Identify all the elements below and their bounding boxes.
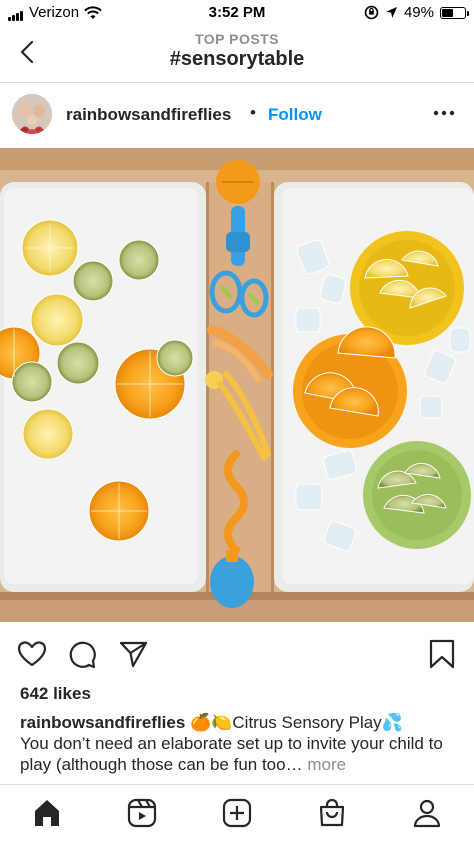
home-icon[interactable] <box>31 797 63 829</box>
orientation-lock-icon <box>364 5 379 20</box>
sensory-table-photo <box>0 148 474 622</box>
post-username[interactable]: rainbowsandfireflies <box>66 105 231 125</box>
post-caption: rainbowsandfireflies 🍊🍋Citrus Sensory Pl… <box>20 712 460 775</box>
battery-percent: 49% <box>403 4 434 21</box>
more-dots-icon[interactable] <box>432 105 456 121</box>
location-icon <box>385 7 397 18</box>
comment-icon[interactable] <box>66 638 98 670</box>
post-header: rainbowsandfireflies • Follow <box>0 90 474 142</box>
nav-subtitle: TOP POSTS <box>194 31 280 47</box>
caption-username[interactable]: rainbowsandfireflies <box>20 713 185 732</box>
share-icon[interactable] <box>117 638 149 670</box>
avatar-image <box>12 94 52 134</box>
status-right: 49% <box>364 4 469 21</box>
status-bar: Verizon 3:52 PM 49% <box>0 0 474 26</box>
caption-more-link[interactable]: more <box>307 755 346 774</box>
reels-icon[interactable] <box>126 797 158 829</box>
like-count[interactable]: 642 likes <box>20 684 91 704</box>
profile-icon[interactable] <box>411 797 443 829</box>
separator-dot: • <box>250 103 256 122</box>
post-actions <box>0 634 474 674</box>
nav-title: #sensorytable <box>169 48 305 70</box>
follow-button[interactable]: Follow <box>268 105 322 125</box>
caption-title: Citrus Sensory Play <box>232 713 382 732</box>
new-post-icon[interactable] <box>221 797 253 829</box>
caption-emojis: 🍊🍋 <box>190 713 233 732</box>
battery-fill <box>442 8 453 17</box>
caption-first-line: rainbowsandfireflies 🍊🍋Citrus Sensory Pl… <box>20 712 460 733</box>
post-photo[interactable] <box>0 148 474 622</box>
bottom-tab-bar <box>0 784 474 843</box>
top-nav: TOP POSTS #sensorytable <box>0 26 474 83</box>
bookmark-icon[interactable] <box>426 638 458 670</box>
battery-icon <box>440 6 469 19</box>
heart-icon[interactable] <box>16 638 48 670</box>
caption-title-emoji: 💦 <box>381 713 403 732</box>
caption-body-line: You don’t need an elaborate set up to in… <box>20 733 460 775</box>
shop-icon[interactable] <box>316 797 348 829</box>
caption-body: You don’t need an elaborate set up to in… <box>20 734 443 774</box>
avatar[interactable] <box>12 94 52 134</box>
